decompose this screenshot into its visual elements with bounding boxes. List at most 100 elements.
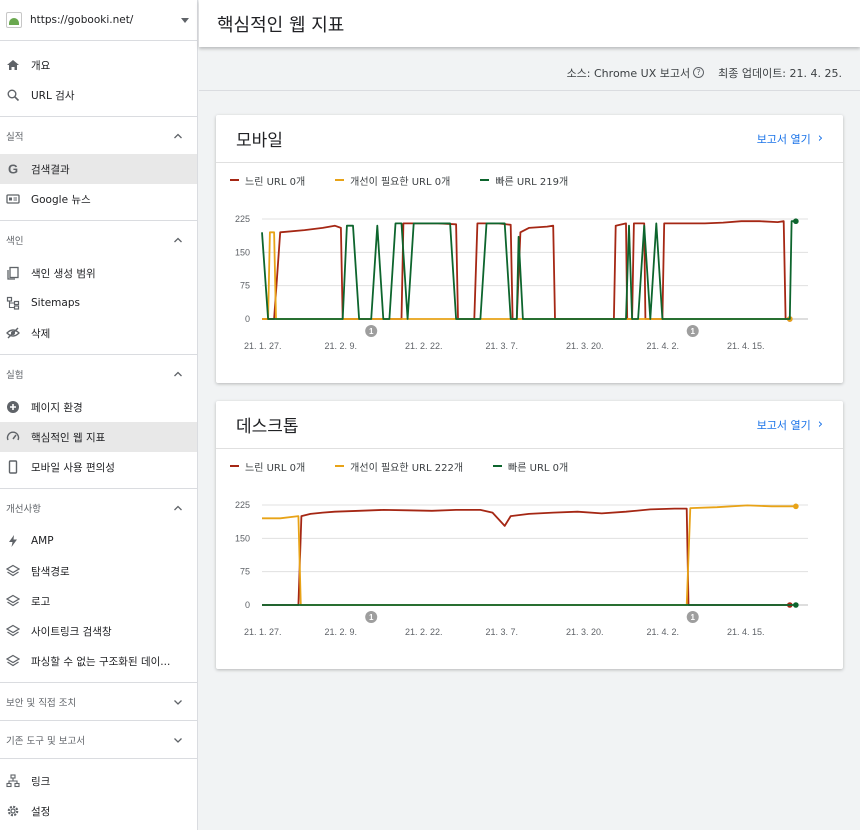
property-selector[interactable]: https://gobooki.net/ — [0, 0, 197, 41]
series-line[interactable] — [262, 220, 790, 320]
legend-label: 느린 URL 0개 — [245, 462, 306, 474]
legend-improve[interactable]: 개선이 필요한 URL 222개 — [335, 459, 463, 474]
source-text: 소스: Chrome UX 보고서 — [566, 66, 691, 80]
section-header[interactable]: 보안 및 직접 조치 — [0, 690, 197, 714]
layers-icon — [6, 654, 20, 668]
chart-legend: 느린 URL 0개 개선이 필요한 URL 222개 빠른 URL 0개 — [216, 449, 843, 483]
section-title: 개선사항 — [6, 504, 41, 515]
series-line[interactable] — [262, 504, 796, 606]
svg-text:G: G — [8, 162, 18, 176]
home-icon — [6, 58, 20, 72]
x-tick-label: 21. 4. 15. — [727, 627, 765, 637]
plus-circle-icon — [6, 400, 20, 414]
section-divider — [0, 720, 197, 721]
phone-icon — [6, 460, 20, 474]
section-header[interactable]: 실적 — [0, 124, 197, 148]
section-header[interactable]: 개선사항 — [0, 496, 197, 520]
section-header[interactable]: 색인 — [0, 228, 197, 252]
sidebar-item-settings[interactable]: 설정 — [0, 796, 197, 826]
y-tick-label: 0 — [245, 600, 250, 610]
open-report-link[interactable]: 보고서 열기 › — [757, 131, 823, 147]
x-tick-label: 21. 3. 20. — [566, 627, 604, 637]
section-header[interactable]: 기존 도구 및 보고서 — [0, 728, 197, 752]
eye-off-icon — [6, 326, 20, 340]
legend-fast[interactable]: 빠른 URL 219개 — [480, 173, 568, 188]
y-tick-label: 0 — [245, 314, 250, 324]
annotation-marker-label: 1 — [369, 613, 374, 622]
x-tick-label: 21. 1. 27. — [244, 627, 282, 637]
sidebar-item-bolt[interactable]: AMP — [0, 526, 197, 556]
section-divider — [0, 116, 197, 117]
sidebar-item-news[interactable]: Google 뉴스 — [0, 184, 197, 214]
google-g-icon: G — [6, 162, 20, 176]
x-tick-label: 21. 4. 2. — [647, 627, 680, 637]
y-tick-label: 225 — [235, 214, 250, 224]
sidebar-item-label: 페이지 환경 — [31, 401, 83, 414]
chevron-down-icon — [174, 738, 182, 743]
card-title: 데스크톱 — [236, 417, 299, 437]
sidebar: https://gobooki.net/ 개요 URL 검사실적 G 검색결과 Goog… — [0, 0, 198, 830]
legend-swatch — [230, 465, 239, 467]
y-tick-label: 225 — [235, 500, 250, 510]
sidebar-item-google-g[interactable]: G 검색결과 — [0, 154, 197, 184]
links-icon — [6, 774, 20, 788]
x-tick-label: 21. 4. 2. — [647, 341, 680, 351]
legend-slow[interactable]: 느린 URL 0개 — [230, 459, 305, 474]
series-line[interactable] — [262, 507, 790, 606]
section-title: 보안 및 직접 조치 — [6, 698, 77, 709]
help-icon[interactable]: ? — [693, 67, 705, 78]
section-header[interactable]: 실험 — [0, 362, 197, 386]
sidebar-item-coverage[interactable]: 색인 생성 범위 — [0, 258, 197, 288]
mobile-chart: 0 75 150 225 21. 1. 27. 21. 2. 9. 21. 2. 22. 21… — [235, 214, 808, 351]
sitemap-icon — [6, 296, 20, 310]
sidebar-item-phone[interactable]: 모바일 사용 편의성 — [0, 452, 197, 482]
sidebar-item-label: 검색결과 — [31, 163, 70, 176]
chart-legend: 느린 URL 0개 개선이 필요한 URL 0개 빠른 URL 219개 — [216, 163, 843, 197]
sidebar-item-label: AMP — [31, 535, 54, 547]
sidebar-item-label: Sitemaps — [31, 297, 80, 309]
sidebar-item-layers[interactable]: 사이트링크 검색창 — [0, 616, 197, 646]
sidebar-item-search[interactable]: URL 검사 — [0, 80, 197, 110]
sidebar-item-links[interactable]: 링크 — [0, 766, 197, 796]
sidebar-item-layers[interactable]: 파싱할 수 없는 구조화된 데이... — [0, 646, 197, 676]
legend-label: 개선이 필요한 URL 0개 — [350, 176, 451, 188]
x-tick-label: 21. 4. 15. — [727, 341, 765, 351]
sidebar-item-layers[interactable]: 탐색경로 — [0, 556, 197, 586]
sidebar-item-home[interactable]: 개요 — [0, 50, 197, 80]
section-divider — [0, 354, 197, 355]
legend-label: 느린 URL 0개 — [245, 176, 306, 188]
sidebar-item-label: URL 검사 — [31, 89, 75, 102]
legend-swatch — [335, 465, 345, 467]
x-tick-label: 21. 3. 20. — [566, 341, 604, 351]
legend-fast[interactable]: 빠른 URL 0개 — [493, 459, 568, 474]
sidebar-item-label: 핵심적인 웹 지표 — [31, 431, 106, 444]
legend-improve[interactable]: 개선이 필요한 URL 0개 — [335, 173, 450, 188]
legend-slow[interactable]: 느린 URL 0개 — [230, 173, 305, 188]
series-endpoint — [793, 602, 799, 608]
sidebar-item-eye-off[interactable]: 삭제 — [0, 318, 197, 348]
site-favicon-icon — [6, 12, 22, 28]
chevron-down-icon — [181, 17, 189, 23]
y-tick-label: 150 — [235, 533, 250, 543]
sidebar-item-sitemap[interactable]: Sitemaps — [0, 288, 197, 318]
open-report-link[interactable]: 보고서 열기 › — [757, 417, 823, 433]
x-tick-label: 21. 1. 27. — [244, 341, 282, 351]
sidebar-item-label: 개요 — [31, 59, 51, 72]
sidebar-item-label: 모바일 사용 편의성 — [31, 461, 115, 474]
x-tick-label: 21. 2. 9. — [325, 341, 358, 351]
x-tick-label: 21. 2. 22. — [405, 341, 443, 351]
sidebar-item-layers[interactable]: 로고 — [0, 586, 197, 616]
sidebar-item-plus-circle[interactable]: 페이지 환경 — [0, 392, 197, 422]
sidebar-item-gauge[interactable]: 핵심적인 웹 지표 — [0, 422, 197, 452]
annotation-marker-label: 1 — [691, 613, 696, 622]
y-tick-label: 150 — [235, 247, 250, 257]
legend-swatch — [480, 179, 490, 181]
source-info-bar: 소스: Chrome UX 보고서 ? 최종 업데이트: 21. 4. 25. — [199, 55, 860, 91]
legend-swatch — [230, 179, 239, 181]
chevron-right-icon: › — [817, 131, 823, 146]
section-title: 기존 도구 및 보고서 — [6, 736, 85, 747]
property-url: https://gobooki.net/ — [30, 14, 134, 26]
open-report-label: 보고서 열기 — [756, 132, 811, 146]
sidebar-item-label: 삭제 — [31, 327, 51, 340]
x-tick-label: 21. 3. 7. — [486, 341, 519, 351]
